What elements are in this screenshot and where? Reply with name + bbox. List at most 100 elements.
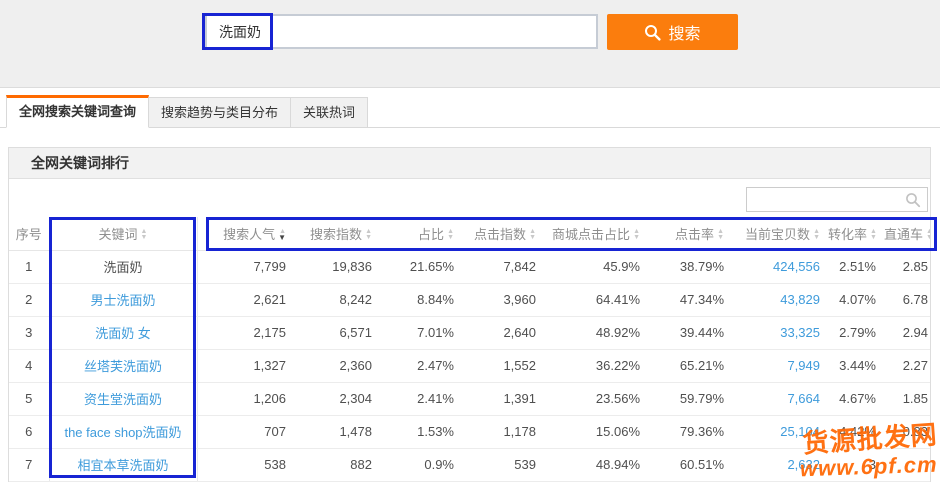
metric-cell: 7,842	[462, 250, 544, 283]
sort-arrows-icon[interactable]: ▲▼	[813, 229, 820, 241]
table-row: 4丝塔芙洗面奶1,3272,3602.47%1,55236.22%65.21%7…	[9, 349, 930, 382]
page: 搜索 全网搜索关键词查询搜索趋势与类目分布关联热词 全网关键词排行	[0, 0, 940, 482]
tab[interactable]: 关联热词	[291, 97, 368, 128]
item-count-link[interactable]: 33,325	[732, 316, 828, 349]
search-icon	[644, 24, 661, 41]
metric-cell: 36.22%	[544, 349, 648, 382]
metric-cell: 23.56%	[544, 382, 648, 415]
metric-cell: 2.41%	[380, 382, 462, 415]
column-label: 关键词	[99, 227, 138, 242]
metric-cell: 65.21%	[648, 349, 732, 382]
panel-header: 全网关键词排行	[9, 148, 930, 179]
column-header[interactable]: 点击指数▲▼	[462, 217, 544, 250]
item-count-link[interactable]: 7,949	[732, 349, 828, 382]
item-count-link[interactable]: 25,104	[732, 415, 828, 448]
keyword-link[interactable]: 相宜本草洗面奶	[49, 448, 197, 481]
keyword-ranking-panel: 全网关键词排行 序号关键词▲▼搜索人气▲▼搜索指数▲▼占比▲▼点击指数▲▼商城点…	[8, 147, 931, 482]
column-label: 点击率	[675, 227, 714, 242]
sort-arrows-icon[interactable]: ▲▼	[870, 229, 877, 241]
metric-cell: 47.34%	[648, 283, 732, 316]
metric-cell: 2.79%	[828, 316, 884, 349]
keyword-link[interactable]: 丝塔芙洗面奶	[49, 349, 197, 382]
metric-cell: 1,206	[197, 382, 294, 415]
sort-arrows-icon[interactable]: ▲▼	[141, 229, 148, 241]
sort-arrows-icon[interactable]: ▲▼	[447, 229, 454, 241]
keyword-ranking-table: 序号关键词▲▼搜索人气▲▼搜索指数▲▼占比▲▼点击指数▲▼商城点击占比▲▼点击率…	[9, 217, 930, 482]
search-button[interactable]: 搜索	[607, 14, 738, 50]
column-header[interactable]: 占比▲▼	[380, 217, 462, 250]
sort-arrows-icon[interactable]: ▲▼	[365, 229, 372, 241]
metric-cell: 882	[294, 448, 380, 481]
metric-cell: 3.44%	[828, 349, 884, 382]
column-header[interactable]: 直通车▲▼	[884, 217, 930, 250]
metric-cell: 64.41%	[544, 283, 648, 316]
sort-arrows-icon[interactable]: ▲▼	[633, 229, 640, 241]
keyword-link[interactable]: 男士洗面奶	[49, 283, 197, 316]
metric-cell: 2.94	[884, 316, 930, 349]
column-header[interactable]: 搜索指数▲▼	[294, 217, 380, 250]
column-label: 占比	[418, 227, 444, 242]
metric-cell: 1,391	[462, 382, 544, 415]
column-header[interactable]: 转化率▲▼	[828, 217, 884, 250]
metric-cell: 2,175	[197, 316, 294, 349]
metric-cell: 1,552	[462, 349, 544, 382]
item-count-link[interactable]: 7,664	[732, 382, 828, 415]
sort-arrows-icon[interactable]: ▲▼	[926, 229, 930, 241]
item-count-link[interactable]: 43,829	[732, 283, 828, 316]
rank-cell: 7	[9, 448, 49, 481]
table-row: 5资生堂洗面奶1,2062,3042.41%1,39123.56%59.79%7…	[9, 382, 930, 415]
metric-cell: 4.07%	[828, 283, 884, 316]
column-header[interactable]: 点击率▲▼	[648, 217, 732, 250]
metric-cell: 3	[828, 448, 884, 481]
metric-cell: 1,478	[294, 415, 380, 448]
metric-cell	[884, 448, 930, 481]
metric-cell: 2,304	[294, 382, 380, 415]
item-count-link[interactable]: 424,556	[732, 250, 828, 283]
rank-cell: 6	[9, 415, 49, 448]
search-button-label: 搜索	[668, 20, 700, 44]
column-header[interactable]: 关键词▲▼	[49, 217, 197, 250]
sort-arrows-icon[interactable]: ▲▼	[717, 229, 724, 241]
table-filter-input[interactable]	[747, 188, 905, 211]
metric-cell: 48.92%	[544, 316, 648, 349]
sort-arrows-icon[interactable]: ▲▼	[278, 229, 286, 241]
table-filter-box	[746, 187, 928, 212]
column-header: 序号	[9, 217, 49, 250]
metric-cell: 707	[197, 415, 294, 448]
table-row: 2男士洗面奶2,6218,2428.84%3,96064.41%47.34%43…	[9, 283, 930, 316]
metric-cell: 45.9%	[544, 250, 648, 283]
table-row: 6the face shop洗面奶7071,4781.53%1,17815.06…	[9, 415, 930, 448]
column-header[interactable]: 当前宝贝数▲▼	[732, 217, 828, 250]
metric-cell: 2.27	[884, 349, 930, 382]
panel-title: 全网关键词排行	[31, 155, 129, 171]
keyword-link[interactable]: 洗面奶 女	[49, 316, 197, 349]
tab[interactable]: 搜索趋势与类目分布	[149, 97, 291, 128]
keyword-link[interactable]: the face shop洗面奶	[49, 415, 197, 448]
column-label: 当前宝贝数	[745, 227, 810, 242]
metric-cell: 59.79%	[648, 382, 732, 415]
metric-cell: 538	[197, 448, 294, 481]
rank-cell: 2	[9, 283, 49, 316]
tab[interactable]: 全网搜索关键词查询	[6, 95, 149, 128]
keyword-link[interactable]: 资生堂洗面奶	[49, 382, 197, 415]
column-header[interactable]: 搜索人气▲▼	[197, 217, 294, 250]
metric-cell: 6,571	[294, 316, 380, 349]
item-count-link[interactable]: 2,632	[732, 448, 828, 481]
column-header[interactable]: 商城点击占比▲▼	[544, 217, 648, 250]
metric-cell: 38.79%	[648, 250, 732, 283]
metric-cell: 79.36%	[648, 415, 732, 448]
metric-cell: 0.9%	[380, 448, 462, 481]
keyword-search-input[interactable]	[205, 14, 598, 49]
metric-cell: 60.51%	[648, 448, 732, 481]
metric-cell: 2,360	[294, 349, 380, 382]
metric-cell: 7.01%	[380, 316, 462, 349]
metric-cell: 8,242	[294, 283, 380, 316]
column-label: 转化率	[828, 227, 867, 242]
metric-cell: 8.84%	[380, 283, 462, 316]
metric-cell: 2.51%	[828, 250, 884, 283]
metric-cell: 2,640	[462, 316, 544, 349]
sort-arrows-icon[interactable]: ▲▼	[529, 229, 536, 241]
metric-cell: 21.65%	[380, 250, 462, 283]
rank-cell: 4	[9, 349, 49, 382]
table-header-row: 序号关键词▲▼搜索人气▲▼搜索指数▲▼占比▲▼点击指数▲▼商城点击占比▲▼点击率…	[9, 217, 930, 250]
